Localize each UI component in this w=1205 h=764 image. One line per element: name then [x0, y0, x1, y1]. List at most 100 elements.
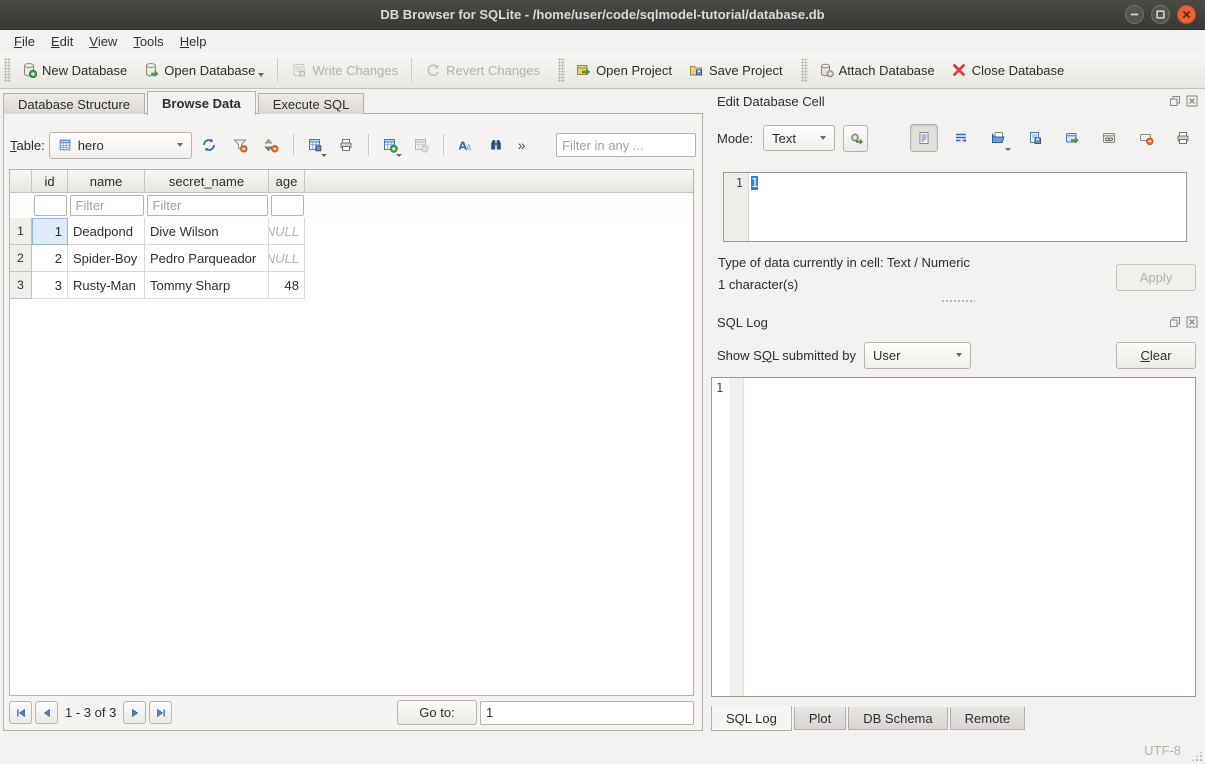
column-header-secret-name[interactable]: secret_name	[145, 170, 269, 192]
cell-secret-name[interactable]: Tommy Sharp	[145, 272, 269, 299]
revert-changes-button[interactable]: Revert Changes	[417, 57, 548, 83]
new-record-button[interactable]	[377, 132, 404, 159]
cell-age[interactable]: NULL	[269, 245, 305, 272]
filter-input-age[interactable]	[271, 195, 304, 216]
float-panel-button[interactable]	[1168, 315, 1182, 329]
text-mode-button[interactable]	[910, 124, 938, 152]
save-project-button[interactable]: Save Project	[680, 57, 791, 83]
tab-label: Database Structure	[18, 97, 130, 112]
tab-db-schema[interactable]: DB Schema	[848, 707, 947, 730]
mode-select[interactable]: Text	[763, 125, 835, 151]
sql-log-editor[interactable]: 1	[711, 377, 1196, 697]
close-button[interactable]	[1176, 4, 1197, 25]
close-icon	[1176, 4, 1197, 25]
open-database-button[interactable]: Open Database	[135, 57, 272, 83]
tab-sql-log[interactable]: SQL Log	[711, 706, 792, 731]
sql-log-content[interactable]	[744, 378, 1195, 696]
prev-page-button[interactable]	[35, 701, 58, 724]
last-page-button[interactable]	[149, 701, 172, 724]
close-panel-button[interactable]	[1185, 94, 1199, 108]
word-wrap-icon	[953, 130, 969, 146]
find-button[interactable]	[483, 132, 510, 159]
cell-secret-name[interactable]: Dive Wilson	[145, 218, 269, 245]
row-number[interactable]: 3	[10, 272, 32, 299]
clear-filters-button[interactable]	[227, 132, 254, 159]
table-icon	[58, 138, 72, 152]
close-panel-button[interactable]	[1185, 315, 1199, 329]
cell-type-info: Type of data currently in cell: Text / N…	[718, 255, 970, 270]
tab-browse-data[interactable]: Browse Data	[147, 91, 256, 115]
encoding-indicator[interactable]: UTF-8	[1144, 743, 1181, 758]
dock-splitter[interactable]	[710, 297, 1205, 305]
save-table-button[interactable]	[302, 132, 329, 159]
tab-plot[interactable]: Plot	[794, 707, 846, 730]
tab-execute-sql[interactable]: Execute SQL	[258, 93, 365, 114]
column-header-age[interactable]: age	[269, 170, 305, 192]
menu-file[interactable]: File	[6, 32, 43, 51]
import-data-button[interactable]	[984, 124, 1012, 152]
toolbar-handle[interactable]	[558, 58, 565, 82]
attach-database-button[interactable]: Attach Database	[810, 57, 943, 83]
open-external-button[interactable]	[1058, 124, 1086, 152]
menu-help[interactable]: Help	[172, 32, 215, 51]
delete-record-button[interactable]	[408, 132, 435, 159]
tab-remote[interactable]: Remote	[950, 707, 1026, 730]
row-number[interactable]: 1	[10, 218, 32, 245]
export-data-button[interactable]	[1021, 124, 1049, 152]
clear-log-button[interactable]: Clear	[1116, 342, 1196, 369]
grid-corner[interactable]	[10, 170, 32, 192]
filter-input-name[interactable]	[70, 195, 144, 216]
cell-id[interactable]: 3	[32, 272, 68, 299]
word-wrap-button[interactable]	[947, 124, 975, 152]
cell-name[interactable]: Deadpond	[68, 218, 145, 245]
write-changes-button[interactable]: Write Changes	[283, 57, 406, 83]
auto-apply-button[interactable]	[843, 125, 868, 152]
toolbar-handle[interactable]	[4, 58, 11, 82]
goto-input[interactable]	[480, 701, 694, 725]
cell-id[interactable]: 2	[32, 245, 68, 272]
submitted-by-select[interactable]: User	[864, 342, 971, 369]
first-page-button[interactable]	[9, 701, 32, 724]
table-select[interactable]: hero	[49, 132, 192, 159]
filter-input-secret-name[interactable]	[147, 195, 268, 216]
cell-editor[interactable]: 1 1	[723, 172, 1187, 242]
refresh-button[interactable]	[196, 132, 223, 159]
print-button[interactable]	[333, 132, 360, 159]
column-header-id[interactable]: id	[32, 170, 68, 192]
open-database-dropdown-caret[interactable]	[258, 73, 264, 77]
data-grid: id name secret_name age 1 1 Deadpond Div…	[9, 169, 694, 696]
close-database-button[interactable]: Close Database	[943, 57, 1073, 83]
float-panel-button[interactable]	[1168, 94, 1182, 108]
set-null-button[interactable]	[1132, 124, 1160, 152]
cell-age[interactable]: NULL	[269, 218, 305, 245]
apply-button[interactable]: Apply	[1116, 264, 1196, 291]
filter-input-id[interactable]	[34, 195, 67, 216]
cell-name[interactable]: Spider-Boy	[68, 245, 145, 272]
cell-secret-name[interactable]: Pedro Parqueador	[145, 245, 269, 272]
tab-database-structure[interactable]: Database Structure	[3, 93, 145, 114]
link-icon	[1101, 130, 1117, 146]
goto-button[interactable]: Go to:	[397, 700, 477, 725]
open-project-button[interactable]: Open Project	[567, 57, 680, 83]
print-cell-button[interactable]	[1169, 124, 1197, 152]
filter-any-input[interactable]	[556, 133, 696, 157]
menu-tools[interactable]: Tools	[125, 32, 171, 51]
clear-sorting-button[interactable]	[258, 132, 285, 159]
column-header-name[interactable]: name	[68, 170, 145, 192]
cell-age[interactable]: 48	[269, 272, 305, 299]
row-number[interactable]: 2	[10, 245, 32, 272]
menu-edit[interactable]: Edit	[43, 32, 81, 51]
font-settings-button[interactable]: AA	[452, 132, 479, 159]
next-page-button[interactable]	[123, 701, 146, 724]
cell-editor-content[interactable]: 1	[749, 173, 1186, 241]
toolbar-separator	[293, 134, 294, 156]
maximize-button[interactable]	[1150, 4, 1171, 25]
toolbar-handle[interactable]	[801, 58, 808, 82]
minimize-button[interactable]	[1124, 4, 1145, 25]
new-database-button[interactable]: New Database	[13, 57, 135, 83]
cell-name[interactable]: Rusty-Man	[68, 272, 145, 299]
menu-view[interactable]: View	[81, 32, 125, 51]
link-button[interactable]	[1095, 124, 1123, 152]
overflow-chevron-icon[interactable]	[514, 137, 530, 153]
cell-id[interactable]: 1	[32, 218, 68, 245]
